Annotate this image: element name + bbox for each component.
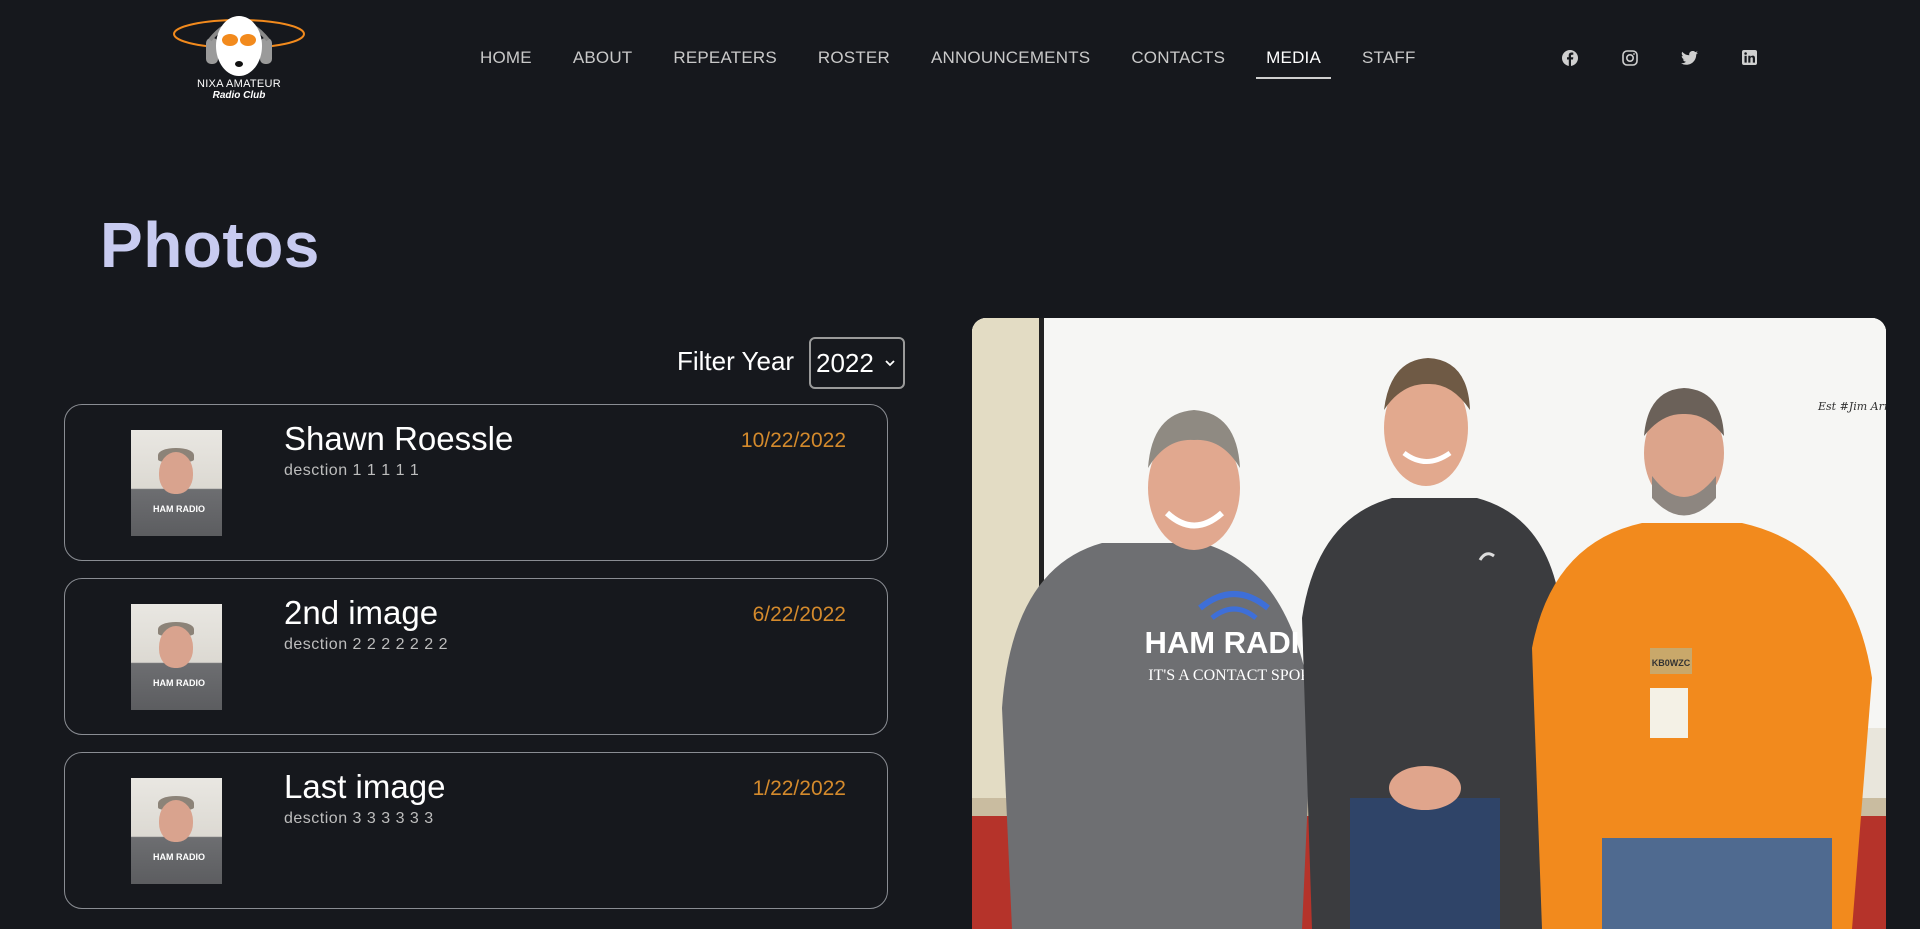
nav-staff[interactable]: STAFF <box>1362 48 1416 78</box>
photo-description: desction 1 1 1 1 1 <box>284 462 420 479</box>
photo-description: desction 2 2 2 2 2 2 2 <box>284 636 448 653</box>
photo-list-item[interactable]: HAM RADIO Last image desction 3 3 3 3 3 … <box>64 752 888 909</box>
filter-year-select[interactable]: 2022 <box>809 337 905 389</box>
photo-date: 1/22/2022 <box>752 777 846 800</box>
thumbnail-shirt-text: HAM RADIO <box>153 504 205 514</box>
shirt-text-main: HAM RADIO <box>1144 625 1323 660</box>
instagram-icon[interactable] <box>1621 49 1638 66</box>
photo-list-item[interactable]: HAM RADIO Shawn Roessle desction 1 1 1 1… <box>64 404 888 561</box>
photo-thumbnail: HAM RADIO <box>131 604 222 710</box>
logo-text-line2: Radio Club <box>212 90 266 101</box>
thumbnail-shirt-text: HAM RADIO <box>153 852 205 862</box>
filter-year-value: 2022 <box>816 347 874 378</box>
photo-date: 6/22/2022 <box>752 603 846 626</box>
linkedin-icon[interactable] <box>1741 49 1758 66</box>
site-header: NIXA AMATEUR Radio Club HOME ABOUT REPEA… <box>0 0 1920 118</box>
name-badge-text: KB0WZC <box>1652 658 1691 668</box>
whiteboard-text: Est #Jim Arm <box>1817 400 1886 413</box>
photo-thumbnail: HAM RADIO <box>131 778 222 884</box>
photo-title: Last image <box>284 768 446 805</box>
nav-repeaters[interactable]: REPEATERS <box>673 48 777 78</box>
twitter-icon[interactable] <box>1681 49 1698 66</box>
logo-text-line1: NIXA AMATEUR <box>196 78 282 90</box>
photo-list-item[interactable]: HAM RADIO 2nd image desction 2 2 2 2 2 2… <box>64 578 888 735</box>
chevron-down-icon <box>885 356 895 370</box>
nav-media[interactable]: MEDIA <box>1256 48 1331 79</box>
nav-home[interactable]: HOME <box>480 48 532 78</box>
club-logo[interactable]: NIXA AMATEUR Radio Club <box>170 10 308 104</box>
photo-thumbnail: HAM RADIO <box>131 430 222 536</box>
photo-title: 2nd image <box>284 594 439 631</box>
main-nav: HOME ABOUT REPEATERS ROSTER ANNOUNCEMENT… <box>480 48 1457 79</box>
social-links <box>1561 49 1801 66</box>
radio-mask-logo-icon <box>173 16 305 76</box>
filter-year-label: Filter Year <box>677 346 795 376</box>
nav-about[interactable]: ABOUT <box>573 48 633 78</box>
photo-description: desction 3 3 3 3 3 3 <box>284 810 434 827</box>
nav-contacts[interactable]: CONTACTS <box>1131 48 1225 78</box>
nav-announcements[interactable]: ANNOUNCEMENTS <box>931 48 1090 78</box>
photo-title: Shawn Roessle <box>284 420 514 457</box>
page-title: Photos <box>100 209 320 281</box>
thumbnail-shirt-text: HAM RADIO <box>153 678 205 688</box>
shirt-text-sub: IT'S A CONTACT SPORT <box>1148 667 1320 684</box>
facebook-icon[interactable] <box>1561 49 1578 66</box>
nav-roster[interactable]: ROSTER <box>818 48 890 78</box>
featured-photo: Est #Jim Arm HAM RADIO IT'S A CONTACT SP… <box>972 318 1886 929</box>
photo-date: 10/22/2022 <box>740 429 846 452</box>
